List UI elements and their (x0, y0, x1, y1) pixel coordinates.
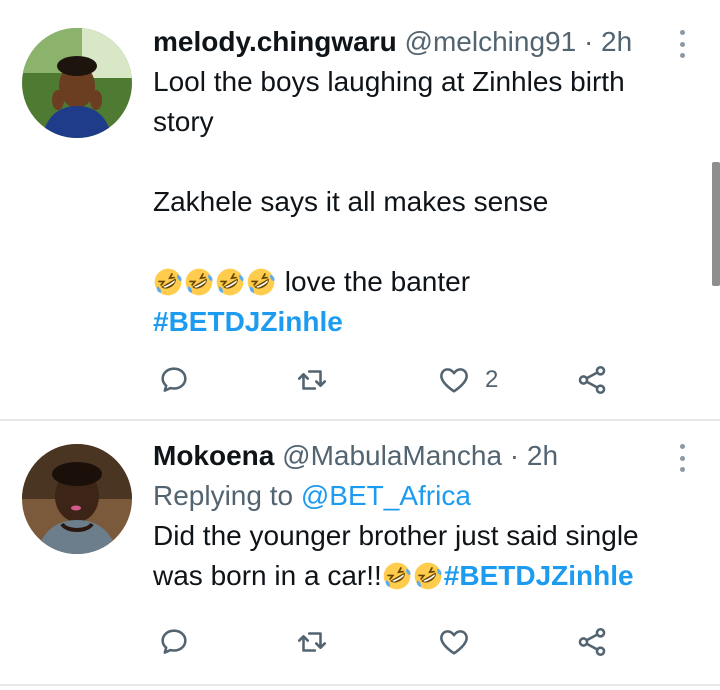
retweet-button[interactable] (295, 360, 329, 400)
tweet-header: melody.chingwaru @melching91 · 2h (153, 22, 680, 62)
user-handle[interactable]: @melching91 (405, 26, 577, 57)
retweet-button[interactable] (295, 622, 329, 662)
share-icon (578, 365, 606, 395)
tweet-line: Zakhele says it all makes sense (153, 186, 549, 217)
more-options-icon[interactable] (678, 444, 686, 472)
tweet[interactable]: Mokoena @MabulaMancha · 2h Replying to @… (0, 420, 720, 690)
reply-icon (161, 629, 187, 654)
avatar[interactable] (22, 444, 132, 554)
like-button[interactable] (437, 622, 471, 662)
replying-to-label: Replying to (153, 480, 294, 511)
tweet-line: was born in a car!! (153, 560, 382, 591)
separator-dot: · (583, 26, 594, 57)
share-icon (578, 627, 606, 657)
tweet-line-emoji: love the banter (153, 262, 680, 302)
rolling-on-floor-laughing-icon (153, 267, 183, 297)
tweet-header: Mokoena @MabulaMancha · 2h (153, 436, 680, 476)
tweet[interactable]: melody.chingwaru @melching91 · 2h Lool t… (0, 0, 720, 420)
mention-link[interactable]: @BET_Africa (301, 480, 471, 511)
tweet-line: Lool the boys laughing at Zinhles birth … (153, 66, 625, 137)
rolling-on-floor-laughing-icon (413, 561, 443, 591)
reply-button[interactable] (157, 360, 191, 400)
tweet-actions: 2 (153, 360, 633, 400)
replying-to: Replying to @BET_Africa (153, 476, 680, 516)
like-button[interactable]: 2 (437, 360, 498, 400)
timestamp[interactable]: 2h (527, 440, 558, 471)
rolling-on-floor-laughing-icon (184, 267, 214, 297)
more-options-icon[interactable] (678, 30, 686, 58)
avatar-image (22, 444, 132, 554)
retweet-icon (297, 632, 327, 652)
tweet-line: love the banter (284, 266, 471, 297)
tweet-text: Lool the boys laughing at Zinhles birth … (153, 62, 680, 342)
separator-dot: · (509, 440, 520, 471)
hashtag-link[interactable]: #BETDJZinhle (444, 560, 634, 591)
rolling-on-floor-laughing-icon (382, 561, 412, 591)
share-button[interactable] (575, 360, 609, 400)
reply-button[interactable] (157, 622, 191, 662)
user-handle[interactable]: @MabulaMancha (282, 440, 502, 471)
tweet-line-emoji: was born in a car!! #BETDJZinhle (153, 556, 680, 596)
tweet-actions (153, 622, 633, 662)
scrollbar[interactable] (712, 162, 720, 286)
tweet-text: Did the younger brother just said single… (153, 516, 680, 596)
retweet-icon (297, 370, 327, 390)
rolling-on-floor-laughing-icon (215, 267, 245, 297)
heart-icon (440, 630, 468, 655)
share-button[interactable] (575, 622, 609, 662)
like-count: 2 (485, 366, 499, 393)
display-name[interactable]: Mokoena (153, 440, 274, 471)
display-name[interactable]: melody.chingwaru (153, 26, 397, 57)
timestamp[interactable]: 2h (601, 26, 632, 57)
avatar-image (22, 28, 132, 138)
tweet-divider (0, 684, 720, 686)
rolling-on-floor-laughing-icon (246, 267, 276, 297)
heart-icon (440, 368, 468, 393)
avatar[interactable] (22, 28, 132, 138)
tweet-line: Did the younger brother just said single (153, 520, 639, 551)
reply-icon (161, 367, 187, 392)
hashtag-link[interactable]: #BETDJZinhle (153, 306, 343, 337)
